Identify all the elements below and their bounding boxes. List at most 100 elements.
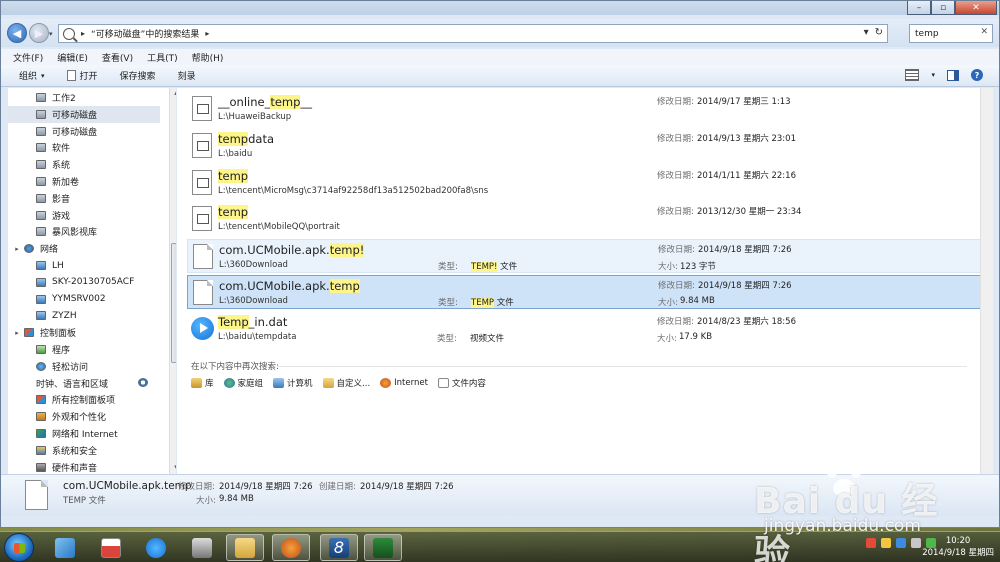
- search-again-computer[interactable]: 计算机: [273, 377, 313, 389]
- menu-help[interactable]: 帮助(H): [192, 51, 224, 64]
- nav-item[interactable]: 游戏: [8, 207, 160, 224]
- nav-item[interactable]: 程序: [8, 341, 160, 358]
- search-highlight: TEMP!: [471, 262, 498, 272]
- maximize-button[interactable]: ▫: [931, 1, 955, 15]
- taskbar-app-explorer[interactable]: [226, 534, 264, 561]
- nav-item[interactable]: 轻松访问: [8, 358, 160, 375]
- result-name[interactable]: com.UCMobile.apk.temp!: [219, 243, 365, 257]
- result-size-value: 9.84 MB: [680, 296, 715, 306]
- forward-button[interactable]: ▶: [29, 23, 49, 43]
- title-bar[interactable]: – ▫ ✕: [1, 1, 999, 15]
- search-input-value[interactable]: temp: [915, 29, 939, 39]
- scroll-down-arrow-icon[interactable]: ▾: [170, 463, 176, 471]
- breadcrumb-separator-icon[interactable]: ▸: [81, 29, 85, 38]
- result-name[interactable]: tempdata: [218, 132, 274, 146]
- taskbar-app-notes[interactable]: [46, 534, 84, 561]
- nav-item[interactable]: 硬件和声音: [8, 459, 160, 474]
- results-scrollbar[interactable]: [980, 88, 993, 474]
- breadcrumb[interactable]: “可移动磁盘”中的搜索结果: [91, 27, 199, 40]
- menu-tools[interactable]: 工具(T): [147, 51, 178, 64]
- result-name[interactable]: Temp_in.dat: [218, 315, 287, 329]
- taskbar-app-movie-maker[interactable]: [183, 534, 221, 561]
- nav-item[interactable]: 新加卷: [8, 173, 160, 190]
- clear-search-icon[interactable]: ✕: [980, 27, 988, 37]
- nav-item[interactable]: 影音: [8, 190, 160, 207]
- search-results-pane: __online_temp__ L:\HuaweiBackup 修改日期: 2014/…: [177, 88, 993, 474]
- search-input[interactable]: temp ✕: [909, 24, 993, 43]
- menu-view[interactable]: 查看(V): [102, 51, 133, 64]
- nav-item[interactable]: 网络和 Internet: [8, 425, 160, 442]
- result-size-label: 大小:: [658, 262, 678, 272]
- expand-arrow-icon[interactable]: ▸: [12, 329, 22, 337]
- refresh-icon[interactable]: ↻: [875, 27, 883, 38]
- taskbar-app-firefox[interactable]: [272, 534, 310, 561]
- burn-button[interactable]: 刻录: [178, 69, 196, 82]
- nav-item[interactable]: ZYZH: [8, 307, 160, 324]
- result-item[interactable]: Temp_in.dat L:\baidu\tempdata 类型: 视频文件 修改日期:…: [187, 312, 987, 346]
- taskbar-app-calendar[interactable]: [92, 534, 130, 561]
- taskbar-app-8[interactable]: 8: [320, 534, 358, 561]
- nav-item[interactable]: 系统和安全: [8, 442, 160, 459]
- search-again-file-contents[interactable]: 文件内容: [437, 377, 486, 389]
- organize-button[interactable]: 组织 ▾: [19, 69, 45, 83]
- text-file-icon: [192, 96, 212, 121]
- result-name-part: __online_: [218, 95, 271, 109]
- nav-item[interactable]: 暴风影视库: [8, 223, 160, 240]
- address-dropdown-icon[interactable]: ▾: [864, 27, 869, 38]
- nav-scroll-thumb[interactable]: [171, 243, 176, 363]
- search-again-libraries[interactable]: 库: [191, 377, 214, 389]
- nav-item[interactable]: 软件: [8, 139, 160, 156]
- result-type-label: 类型:: [437, 334, 457, 344]
- preview-pane-icon[interactable]: [947, 69, 959, 81]
- search-again-custom[interactable]: 自定义...: [322, 377, 370, 389]
- result-item[interactable]: __online_temp__ L:\HuaweiBackup 修改日期: 2014/…: [187, 92, 987, 126]
- close-button[interactable]: ✕: [955, 1, 997, 15]
- scroll-up-arrow-icon[interactable]: ▴: [170, 89, 176, 97]
- firefox-icon: [380, 378, 392, 388]
- nav-item[interactable]: 可移动磁盘: [8, 123, 160, 140]
- result-item[interactable]: tempdata L:\baidu 修改日期: 2014/9/13 星期六 23:01: [187, 129, 987, 163]
- result-item[interactable]: com.UCMobile.apk.temp! L:\360Download 类型: T…: [187, 239, 987, 273]
- taskbar-app-monitor[interactable]: [364, 534, 402, 561]
- address-bar[interactable]: ▸ “可移动磁盘”中的搜索结果 ▸ ▾ ↻: [58, 24, 888, 43]
- menu-file[interactable]: 文件(F): [13, 51, 43, 64]
- nav-item[interactable]: ▸ 网络: [8, 240, 160, 257]
- start-button[interactable]: [4, 533, 34, 562]
- minimize-button[interactable]: –: [907, 1, 931, 15]
- text-file-icon: [192, 133, 212, 158]
- result-name[interactable]: __online_temp__: [218, 95, 312, 109]
- nav-item[interactable]: 时钟、语言和区域: [8, 375, 160, 392]
- result-name[interactable]: com.UCMobile.apk.temp: [219, 279, 360, 293]
- nav-item[interactable]: SKY-20130705ACF: [8, 274, 160, 291]
- nav-item-label: 轻松访问: [52, 362, 89, 373]
- nav-item[interactable]: 工作2: [8, 89, 160, 106]
- nav-item[interactable]: ▸ 控制面板: [8, 324, 160, 341]
- nav-item[interactable]: LH: [8, 257, 160, 274]
- menu-edit[interactable]: 编辑(E): [57, 51, 88, 64]
- save-search-button[interactable]: 保存搜索: [120, 69, 156, 82]
- result-name[interactable]: temp: [218, 169, 249, 183]
- nav-item[interactable]: 外观和个性化: [8, 408, 160, 425]
- search-again-internet[interactable]: Internet: [380, 377, 428, 389]
- nav-item[interactable]: 系统: [8, 156, 160, 173]
- search-again-homegroup[interactable]: 家庭组: [223, 377, 263, 389]
- explorer-window: – ▫ ✕ ◀ ▶ ▾ ▸ “可移动磁盘”中的搜索结果 ▸ ▾ ↻ temp ✕…: [0, 0, 1000, 528]
- open-button[interactable]: 打开: [66, 69, 98, 82]
- expand-arrow-icon[interactable]: ▸: [12, 245, 22, 253]
- drive-icon: [36, 227, 46, 237]
- recent-pages-dropdown[interactable]: ▾: [49, 30, 53, 38]
- view-dropdown-icon[interactable]: ▾: [931, 71, 935, 79]
- nav-scrollbar[interactable]: ▴ ▾: [169, 88, 176, 474]
- result-item[interactable]: temp L:\tencent\MicroMsg\c3714af92258df13…: [187, 166, 987, 200]
- help-icon[interactable]: ?: [971, 69, 983, 81]
- nav-item[interactable]: 可移动磁盘: [8, 105, 160, 123]
- result-item[interactable]: temp L:\tencent\MobileQQ\portrait 修改日期: 201…: [187, 202, 987, 236]
- taskbar-app-media-player[interactable]: [137, 534, 175, 561]
- result-item[interactable]: com.UCMobile.apk.temp L:\360Download 类型: TE…: [187, 275, 987, 309]
- change-view-icon[interactable]: [905, 69, 920, 81]
- nav-item[interactable]: 所有控制面板项: [8, 391, 160, 408]
- breadcrumb-arrow-icon[interactable]: ▸: [205, 29, 209, 38]
- nav-item[interactable]: YYMSRV002: [8, 291, 160, 308]
- result-name[interactable]: temp: [218, 205, 249, 219]
- back-button[interactable]: ◀: [7, 23, 27, 43]
